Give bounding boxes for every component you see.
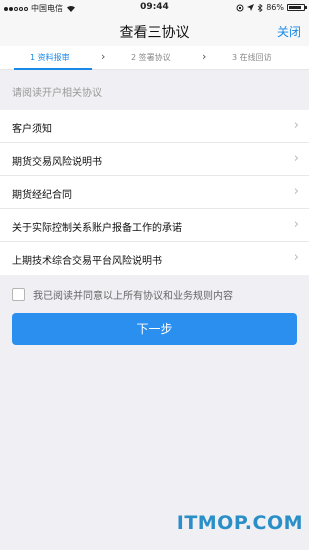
step-1: 1 资料报审: [30, 53, 70, 62]
list-item-brokerage-contract[interactable]: 期货经纪合同 ›: [0, 176, 309, 209]
chevron-right-icon: ›: [293, 184, 299, 199]
chevron-right-icon: ›: [101, 50, 106, 63]
chevron-right-icon: ›: [293, 151, 299, 166]
chevron-right-icon: ›: [293, 217, 299, 232]
list-item-label: 关于实际控制关系账户报备工作的承诺: [12, 223, 182, 234]
navigation-bar: 查看三协议 关闭: [0, 16, 309, 46]
chevron-right-icon: ›: [293, 250, 299, 265]
agreement-list: 客户须知 › 期货交易风险说明书 › 期货经纪合同 › 关于实际控制关系账户报备…: [0, 110, 309, 275]
page-title: 查看三协议: [119, 25, 190, 41]
battery-percent: 86%: [266, 3, 284, 12]
agree-checkbox[interactable]: [12, 288, 25, 301]
location-icon: [247, 4, 255, 11]
list-item-label: 期货经纪合同: [12, 190, 72, 201]
chevron-right-icon: ›: [202, 50, 207, 63]
status-right: 86%: [236, 3, 307, 12]
step-indicator: 1 资料报审 › 2 签署协议 › 3 在线回访: [0, 46, 309, 70]
list-item-label: 客户须知: [12, 124, 52, 135]
agree-row[interactable]: 我已阅读并同意以上所有协议和业务规则内容: [12, 287, 233, 302]
orientation-lock-icon: [236, 4, 244, 11]
battery-icon: [287, 4, 307, 11]
next-button[interactable]: 下一步: [12, 313, 297, 345]
chevron-right-icon: ›: [293, 118, 299, 133]
step-3: 3 在线回访: [232, 53, 272, 62]
battery-level: [289, 6, 302, 9]
list-item-risk-disclosure[interactable]: 期货交易风险说明书 ›: [0, 143, 309, 176]
bluetooth-icon: [257, 3, 263, 12]
list-item-label: 上期技术综合交易平台风险说明书: [12, 256, 162, 267]
step-2: 2 签署协议: [131, 53, 171, 62]
list-item-label: 期货交易风险说明书: [12, 157, 102, 168]
list-item-customer-notice[interactable]: 客户须知 ›: [0, 110, 309, 143]
section-header-label: 请阅读开户相关协议: [12, 88, 102, 99]
list-item-control-commitment[interactable]: 关于实际控制关系账户报备工作的承诺 ›: [0, 209, 309, 242]
list-item-platform-risk[interactable]: 上期技术综合交易平台风险说明书 ›: [0, 242, 309, 275]
agree-label: 我已阅读并同意以上所有协议和业务规则内容: [33, 291, 233, 302]
section-header: 请阅读开户相关协议: [0, 70, 309, 110]
status-bar: 中国电信 09:44 86%: [0, 0, 309, 16]
close-button[interactable]: 关闭: [277, 23, 301, 40]
watermark: ITMOP.COM: [176, 512, 303, 534]
